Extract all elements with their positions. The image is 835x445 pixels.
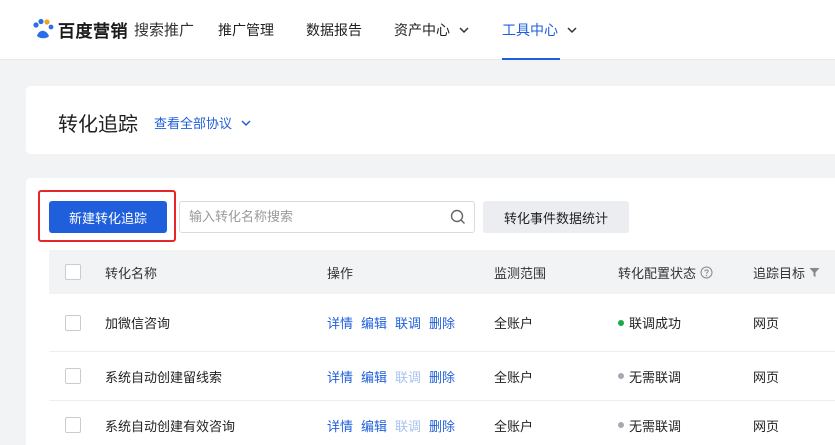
debug-link-disabled: 联调 bbox=[395, 370, 422, 386]
search-box bbox=[179, 201, 475, 233]
column-header-status-cell: 转化配置状态 bbox=[618, 250, 713, 294]
nav-item-assets[interactable]: 资产中心 bbox=[394, 0, 470, 60]
edit-link[interactable]: 编辑 bbox=[361, 367, 387, 386]
scope-value: 全账户 bbox=[494, 370, 534, 386]
row-actions: 详情 编辑 联调 删除 bbox=[327, 401, 463, 445]
filter-icon[interactable] bbox=[809, 267, 820, 278]
target-value: 网页 bbox=[753, 419, 780, 435]
status-text: 联调成功 bbox=[629, 317, 682, 332]
table-row: 系统自动创建有效咨询 详情 编辑 联调 删除 全账户 无需联调 网页 bbox=[49, 401, 835, 445]
edit-link[interactable]: 编辑 bbox=[361, 313, 387, 332]
row-checkbox[interactable] bbox=[65, 417, 81, 433]
conversion-name: 系统自动创建留线索 bbox=[105, 370, 223, 386]
view-all-agreements-link[interactable]: 查看全部协议 bbox=[154, 113, 252, 132]
delete-link[interactable]: 删除 bbox=[429, 313, 455, 332]
status-cell: 无需联调 bbox=[618, 352, 681, 400]
delete-link[interactable]: 删除 bbox=[429, 416, 455, 435]
chevron-down-icon bbox=[567, 27, 577, 34]
nav-item-promotion[interactable]: 推广管理 bbox=[218, 0, 274, 60]
status-dot bbox=[618, 373, 624, 379]
logo-product-text: 搜索推广 bbox=[134, 20, 195, 39]
baidu-paw-icon bbox=[32, 18, 54, 40]
page-title: 转化追踪 bbox=[58, 112, 138, 136]
row-check-cell bbox=[65, 352, 81, 400]
agreements-label: 查看全部协议 bbox=[154, 117, 233, 132]
status-text: 无需联调 bbox=[629, 370, 682, 386]
nav-item-reports[interactable]: 数据报告 bbox=[306, 0, 362, 60]
header-check-cell bbox=[65, 250, 81, 294]
logo[interactable]: 百度营销 搜索推广 bbox=[32, 16, 194, 42]
scope-value: 全账户 bbox=[494, 317, 534, 332]
target-value: 网页 bbox=[753, 317, 780, 332]
status-cell: 无需联调 bbox=[618, 401, 681, 445]
row-check-cell bbox=[65, 401, 81, 445]
debug-link[interactable]: 联调 bbox=[395, 313, 421, 332]
delete-link[interactable]: 删除 bbox=[429, 367, 455, 386]
scope-value: 全账户 bbox=[494, 419, 534, 435]
logo-brand-text: 百度营销 bbox=[58, 21, 128, 42]
nav-item-label: 数据报告 bbox=[306, 23, 362, 39]
status-dot bbox=[618, 319, 624, 326]
conversion-name: 系统自动创建有效咨询 bbox=[105, 419, 236, 435]
target-value: 网页 bbox=[753, 370, 780, 386]
row-checkbox[interactable] bbox=[65, 314, 81, 331]
column-header-ops: 操作 bbox=[327, 266, 354, 282]
chevron-down-icon bbox=[459, 27, 469, 34]
details-link[interactable]: 详情 bbox=[327, 313, 353, 332]
edit-link[interactable]: 编辑 bbox=[361, 416, 387, 435]
column-header-name: 转化名称 bbox=[105, 266, 158, 282]
left-edge bbox=[0, 60, 26, 445]
row-actions: 详情 编辑 联调 删除 bbox=[327, 294, 463, 351]
row-checkbox[interactable] bbox=[65, 368, 81, 384]
table-header: 转化名称 操作 监测范围 转化配置状态 追踪目标 bbox=[49, 250, 835, 294]
status-cell: 联调成功 bbox=[618, 294, 681, 351]
conversion-stats-button[interactable]: 转化事件数据统计 bbox=[483, 201, 629, 233]
question-circle-icon[interactable] bbox=[700, 266, 713, 279]
new-conversion-button[interactable]: 新建转化追踪 bbox=[49, 201, 167, 233]
column-header-status: 转化配置状态 bbox=[618, 266, 697, 282]
status-text: 无需联调 bbox=[629, 419, 682, 435]
search-input[interactable] bbox=[181, 203, 441, 231]
row-check-cell bbox=[65, 294, 81, 351]
search-icon[interactable] bbox=[450, 209, 466, 225]
column-header-scope: 监测范围 bbox=[494, 266, 547, 282]
chevron-down-icon bbox=[241, 119, 251, 126]
conversion-name: 加微信咨询 bbox=[105, 317, 171, 332]
status-dot bbox=[618, 422, 624, 428]
top-nav-bar: 百度营销 搜索推广 推广管理 数据报告 资产中心 工具中心 bbox=[0, 0, 835, 60]
column-header-target-cell: 追踪目标 bbox=[753, 250, 820, 294]
page-header-card: 转化追踪 查看全部协议 bbox=[26, 86, 835, 154]
nav-item-label: 资产中心 bbox=[394, 23, 450, 39]
main-nav: 推广管理 数据报告 资产中心 工具中心 bbox=[218, 0, 610, 60]
select-all-checkbox[interactable] bbox=[65, 264, 81, 280]
table-row: 加微信咨询 详情 编辑 联调 删除 全账户 联调成功 网页 bbox=[49, 294, 835, 352]
details-link[interactable]: 详情 bbox=[327, 416, 353, 435]
details-link[interactable]: 详情 bbox=[327, 367, 353, 386]
debug-link-disabled: 联调 bbox=[395, 419, 422, 435]
table-row: 系统自动创建留线索 详情 编辑 联调 删除 全账户 无需联调 网页 bbox=[49, 352, 835, 401]
row-actions: 详情 编辑 联调 删除 bbox=[327, 352, 463, 400]
conversion-table: 转化名称 操作 监测范围 转化配置状态 追踪目标 加微信咨询 详情 编辑 联调 … bbox=[49, 250, 835, 445]
column-header-target: 追踪目标 bbox=[753, 266, 806, 282]
nav-item-tools[interactable]: 工具中心 bbox=[502, 0, 578, 60]
nav-item-label: 工具中心 bbox=[502, 23, 558, 39]
nav-item-label: 推广管理 bbox=[218, 23, 274, 39]
